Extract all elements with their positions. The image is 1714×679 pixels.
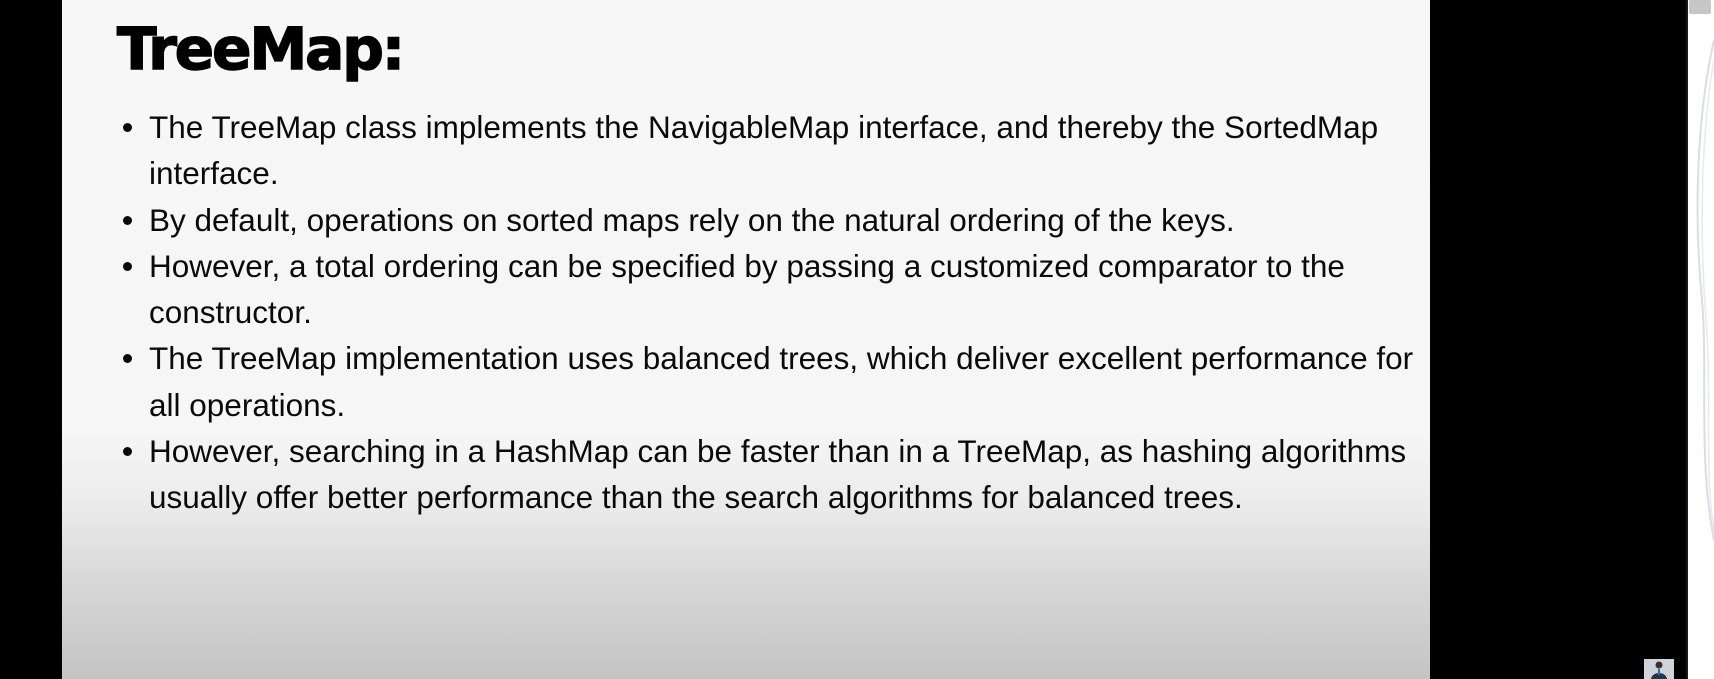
bullet-dot-icon — [123, 354, 132, 364]
right-black-panel — [1430, 0, 1686, 679]
decorative-wave-icon — [1696, 40, 1714, 540]
bullet-text: However, searching in a HashMap can be f… — [149, 433, 1407, 516]
bullet-item: The TreeMap class implements the Navigab… — [117, 104, 1417, 197]
bullet-item: The TreeMap implementation uses balanced… — [117, 335, 1417, 428]
slide-title: TreeMap: — [116, 15, 406, 83]
scrollbar-edge — [1686, 0, 1688, 679]
bullet-text: The TreeMap class implements the Navigab… — [149, 109, 1379, 192]
bullet-item: By default, operations on sorted maps re… — [117, 197, 1417, 243]
bullet-list: The TreeMap class implements the Navigab… — [117, 104, 1417, 521]
bullet-dot-icon — [123, 261, 132, 271]
bullet-text: The TreeMap implementation uses balanced… — [149, 340, 1414, 423]
screen: TreeMap: The TreeMap class implements th… — [0, 0, 1714, 679]
bullet-text: However, a total ordering can be specifi… — [149, 247, 1345, 331]
presentation-slide: TreeMap: The TreeMap class implements th… — [62, 0, 1430, 679]
presenter-avatar-icon[interactable] — [1644, 659, 1674, 679]
bullet-item: However, searching in a HashMap can be f… — [117, 428, 1417, 521]
scrollbar-thumb[interactable] — [1689, 0, 1711, 14]
bullet-dot-icon — [123, 215, 132, 225]
bullet-dot-icon — [123, 123, 132, 132]
bullet-text: By default, operations on sorted maps re… — [149, 201, 1235, 238]
bullet-item: However, a total ordering can be specifi… — [117, 243, 1417, 336]
bullet-dot-icon — [123, 447, 132, 457]
